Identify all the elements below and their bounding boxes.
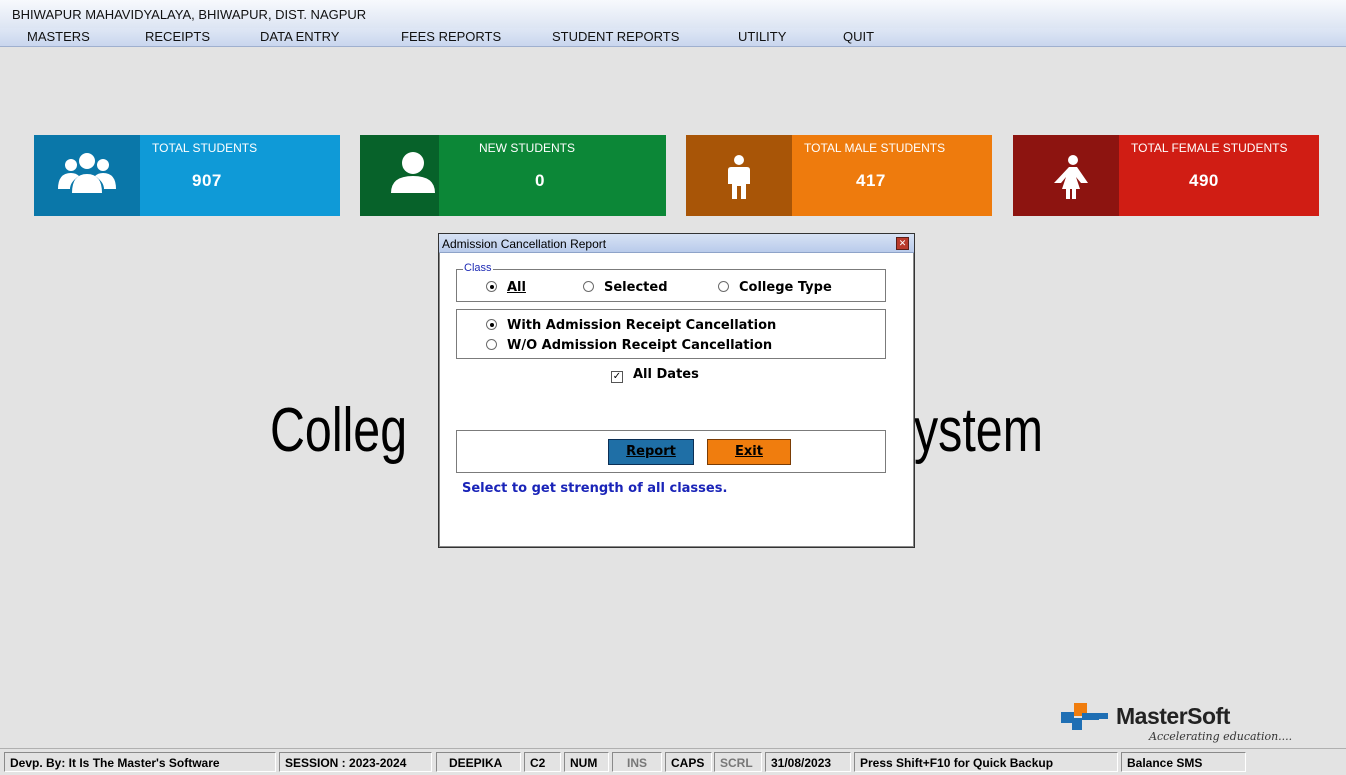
mastersoft-logo-icon [1061,703,1108,730]
female-icon [1013,135,1119,216]
exit-button[interactable]: Exit [707,439,791,465]
radio-class-college-type[interactable]: College Type [718,280,832,295]
logo-tagline: Accelerating education.... [1149,730,1293,743]
card-body: TOTAL FEMALE STUDENTS 490 [1119,135,1319,216]
card-body: NEW STUDENTS 0 [439,135,666,216]
radio-without-receipt-cancellation[interactable]: W/O Admission Receipt Cancellation [486,338,772,353]
card-label: TOTAL STUDENTS [152,141,258,155]
card-total-male-students: TOTAL MALE STUDENTS 417 [686,135,992,216]
status-ins: INS [612,752,662,772]
radio-label: W/O Admission Receipt Cancellation [507,338,773,353]
status-session: SESSION : 2023-2024 [279,752,432,772]
radio-icon [583,281,594,292]
checkmark-icon: ✓ [611,371,623,383]
logo-name: MasterSoft [1116,703,1230,729]
radio-icon [718,281,729,292]
menu-utility[interactable]: UTILITY [738,29,786,44]
class-group-label: Class [463,262,493,274]
radio-label: Selected [604,280,668,295]
card-value: 490 [1189,171,1219,190]
status-bar: Devp. By: It Is The Master's Software SE… [0,748,1346,775]
radio-label: All [507,280,526,295]
window-title: BHIWAPUR MAHAVIDYALAYA, BHIWAPUR, DIST. … [12,7,367,22]
menu-data-entry[interactable]: DATA ENTRY [260,29,339,44]
card-label: NEW STUDENTS [479,141,575,155]
card-value: 907 [192,171,222,190]
background-title-right: ystem [914,396,1043,465]
radio-class-all[interactable]: All [486,280,526,295]
card-body: TOTAL STUDENTS 907 [140,135,340,216]
title-bar: BHIWAPUR MAHAVIDYALAYA, BHIWAPUR, DIST. … [0,0,1346,28]
card-new-students: NEW STUDENTS 0 [360,135,666,216]
status-date: 31/08/2023 [765,752,851,772]
radio-icon [486,339,497,350]
card-label: TOTAL MALE STUDENTS [804,141,946,155]
menu-bar: MASTERS RECEIPTS DATA ENTRY FEES REPORTS… [0,28,1346,47]
checkbox-label: All Dates [633,367,699,382]
radio-selected-icon [486,281,497,292]
status-num: NUM [564,752,609,772]
report-button[interactable]: Report [608,439,694,465]
background-title-left: Colleg [270,396,408,465]
status-company: C2 [524,752,561,772]
card-total-students: TOTAL STUDENTS 907 [34,135,340,216]
menu-quit[interactable]: QUIT [843,29,874,44]
dialog-title: Admission Cancellation Report [442,237,607,251]
radio-label: With Admission Receipt Cancellation [507,318,777,333]
dialog-hint: Select to get strength of all classes. [462,481,728,496]
all-dates-checkbox[interactable]: ✓ All Dates [611,367,699,383]
users-group-icon [34,135,140,216]
status-developer: Devp. By: It Is The Master's Software [4,752,276,772]
menu-student-reports[interactable]: STUDENT REPORTS [552,29,679,44]
card-label: TOTAL FEMALE STUDENTS [1131,141,1288,155]
dialog-title-bar: Admission Cancellation Report ✕ [439,234,914,253]
status-caps: CAPS [665,752,712,772]
radio-selected-icon [486,319,497,330]
status-scrl: SCRL [714,752,762,772]
status-backup-hint: Press Shift+F10 for Quick Backup [854,752,1118,772]
status-user: DEEPIKA [436,752,521,772]
card-body: TOTAL MALE STUDENTS 417 [792,135,992,216]
male-icon [686,135,792,216]
menu-fees-reports[interactable]: FEES REPORTS [401,29,501,44]
card-total-female-students: TOTAL FEMALE STUDENTS 490 [1013,135,1319,216]
radio-class-selected[interactable]: Selected [583,280,668,295]
radio-with-receipt-cancellation[interactable]: With Admission Receipt Cancellation [486,318,776,333]
close-icon[interactable]: ✕ [896,237,909,250]
radio-label: College Type [739,280,832,295]
menu-receipts[interactable]: RECEIPTS [145,29,210,44]
menu-masters[interactable]: MASTERS [27,29,90,44]
status-balance-sms: Balance SMS [1121,752,1246,772]
